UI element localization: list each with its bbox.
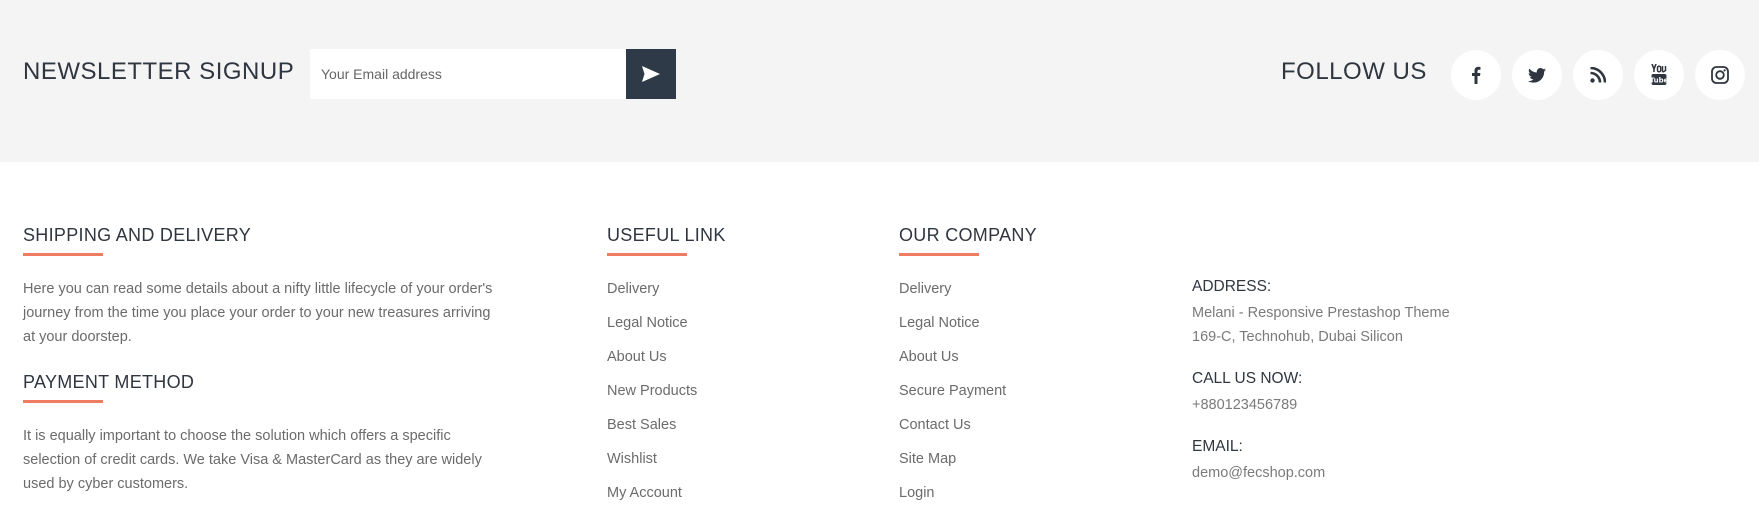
youtube-icon: Tube <box>1651 64 1667 85</box>
newsletter-bar: NEWSLETTER SIGNUP FOLLOW US <box>0 0 1759 162</box>
address-line-2: 169-C, Technohub, Dubai Silicon <box>1192 329 1403 345</box>
footer-link-about-us[interactable]: About Us <box>899 345 1037 379</box>
facebook-link[interactable] <box>1451 50 1501 100</box>
useful-link-column: USEFUL LINK Delivery Legal Notice About … <box>607 224 726 515</box>
instagram-icon <box>1711 66 1729 84</box>
useful-link-list: Delivery Legal Notice About Us New Produ… <box>607 277 726 515</box>
heading-underline <box>23 253 103 256</box>
our-company-title: OUR COMPANY <box>899 225 1037 245</box>
payment-text: It is equally important to choose the so… <box>23 428 482 492</box>
footer-link-login[interactable]: Login <box>899 481 1037 515</box>
twitter-icon <box>1528 67 1546 83</box>
heading-underline <box>23 400 103 403</box>
address-line-1: Melani - Responsive Prestashop Theme <box>1192 305 1450 321</box>
shipping-title: SHIPPING AND DELIVERY <box>23 225 252 245</box>
footer: SHIPPING AND DELIVERY Here you can read … <box>0 162 1759 525</box>
newsletter-email-input[interactable] <box>310 49 626 99</box>
social-links: Tube <box>1451 50 1745 100</box>
address-label: ADDRESS: <box>1192 278 1272 295</box>
footer-link-my-account[interactable]: My Account <box>607 481 726 515</box>
our-company-list: Delivery Legal Notice About Us Secure Pa… <box>899 277 1037 515</box>
footer-info-column: SHIPPING AND DELIVERY Here you can read … <box>23 224 523 496</box>
our-company-column: OUR COMPANY Delivery Legal Notice About … <box>899 224 1037 515</box>
footer-link-best-sales[interactable]: Best Sales <box>607 413 726 447</box>
footer-link-delivery[interactable]: Delivery <box>607 277 726 311</box>
newsletter-submit-button[interactable] <box>626 49 676 99</box>
contact-column: ADDRESS: Melani - Responsive Prestashop … <box>1192 276 1450 485</box>
email-label: EMAIL: <box>1192 438 1243 455</box>
email-address[interactable]: demo@fecshop.com <box>1192 461 1450 485</box>
footer-link-about-us[interactable]: About Us <box>607 345 726 379</box>
useful-link-title: USEFUL LINK <box>607 225 726 245</box>
footer-link-wishlist[interactable]: Wishlist <box>607 447 726 481</box>
footer-link-legal-notice[interactable]: Legal Notice <box>607 311 726 345</box>
footer-link-site-map[interactable]: Site Map <box>899 447 1037 481</box>
facebook-icon <box>1472 66 1481 84</box>
footer-link-delivery[interactable]: Delivery <box>899 277 1037 311</box>
phone-number[interactable]: +880123456789 <box>1192 393 1450 417</box>
payment-title: PAYMENT METHOD <box>23 372 195 392</box>
newsletter-form <box>310 49 676 99</box>
footer-link-contact-us[interactable]: Contact Us <box>899 413 1037 447</box>
footer-link-new-products[interactable]: New Products <box>607 379 726 413</box>
heading-underline <box>607 253 687 256</box>
shipping-text: Here you can read some details about a n… <box>23 281 493 345</box>
rss-link[interactable] <box>1573 50 1623 100</box>
newsletter-title: NEWSLETTER SIGNUP <box>23 58 295 85</box>
footer-link-legal-notice[interactable]: Legal Notice <box>899 311 1037 345</box>
svg-text:Tube: Tube <box>1651 77 1667 85</box>
follow-us-title: FOLLOW US <box>1281 58 1427 85</box>
heading-underline <box>899 253 979 256</box>
phone-label: CALL US NOW: <box>1192 370 1303 387</box>
footer-link-secure-payment[interactable]: Secure Payment <box>899 379 1037 413</box>
rss-icon <box>1590 67 1606 83</box>
instagram-link[interactable] <box>1695 50 1745 100</box>
twitter-link[interactable] <box>1512 50 1562 100</box>
send-icon <box>642 66 660 82</box>
youtube-link[interactable]: Tube <box>1634 50 1684 100</box>
